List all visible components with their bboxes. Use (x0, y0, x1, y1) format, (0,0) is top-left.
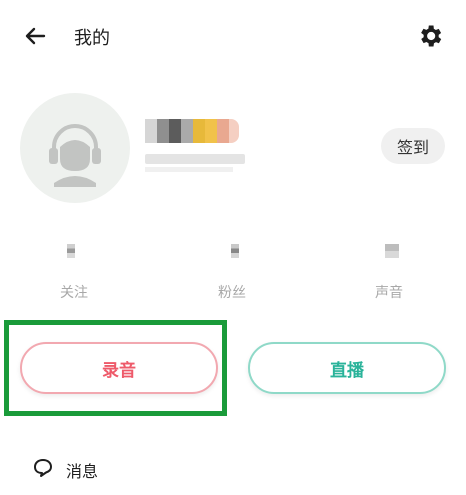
settings-button[interactable] (416, 22, 444, 50)
sounds-count-blurred (385, 244, 399, 258)
user-subtitle-blurred (145, 154, 245, 164)
username-blurred (145, 117, 239, 145)
back-button[interactable] (22, 22, 50, 50)
page-title: 我的 (74, 28, 110, 49)
stat-following-label[interactable]: 关注 (60, 282, 88, 302)
following-count-blurred (67, 244, 75, 258)
highlight-box (4, 320, 227, 416)
checkin-button[interactable]: 签到 (381, 128, 445, 164)
chat-bubble-icon (32, 457, 54, 479)
menu-item-messages[interactable]: 消息 (66, 458, 98, 482)
arrow-left-icon (25, 27, 46, 45)
stat-sounds-label[interactable]: 声音 (375, 282, 403, 302)
headphones-avatar-icon (49, 124, 101, 187)
live-button[interactable]: 直播 (248, 342, 446, 394)
followers-count-blurred (231, 244, 239, 258)
avatar[interactable] (20, 93, 130, 203)
stat-followers-label[interactable]: 粉丝 (218, 282, 246, 302)
user-subtitle-blurred-2 (145, 167, 233, 172)
gear-icon (421, 25, 442, 47)
